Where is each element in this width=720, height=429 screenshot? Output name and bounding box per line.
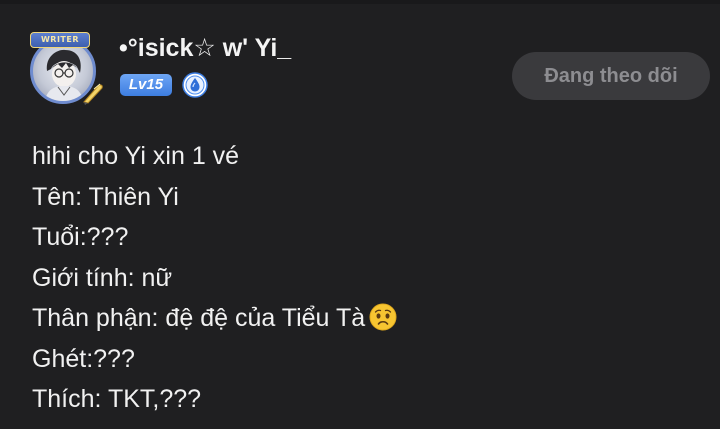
following-button[interactable]: Đang theo dõi — [512, 52, 710, 100]
post-line: Ghét:??? — [32, 344, 135, 373]
post-body: hihi cho Yi xin 1 vé Tên: Thiên Yi Tuổi:… — [32, 136, 397, 420]
top-edge — [0, 0, 720, 4]
post-line-text: Thân phận: đệ đệ của Tiểu Tà — [32, 304, 366, 332]
post-line-with-emoji: Thân phận: đệ đệ của Tiểu Tà — [32, 298, 397, 339]
post-line: Giới tính: nữ — [32, 263, 173, 292]
post-line: Thích: TKT,??? — [32, 385, 202, 413]
post-line: Tuổi:??? — [32, 223, 129, 251]
post-header: WRITER •°isick☆ w' Yi_ Lv15 Đang theo dõ… — [22, 30, 710, 110]
post-line: hihi cho Yi xin 1 vé — [32, 142, 240, 170]
quill-pen-icon — [83, 83, 103, 105]
avatar[interactable]: WRITER — [22, 30, 110, 110]
water-drop-badge-icon — [182, 72, 208, 98]
post-line: Tên: Thiên Yi — [32, 182, 179, 211]
avatar-frame-badge: WRITER — [30, 32, 90, 48]
level-badge: Lv15 — [120, 74, 172, 96]
author-username[interactable]: •°isick☆ w' Yi_ — [119, 30, 291, 66]
worried-face-emoji-icon — [369, 303, 397, 331]
